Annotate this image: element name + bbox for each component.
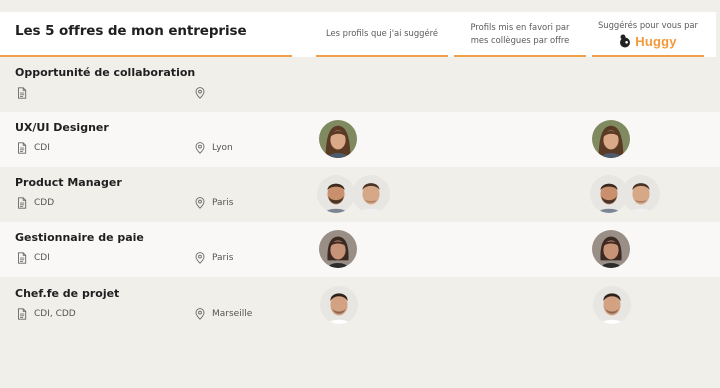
job-location: Marseille: [195, 308, 252, 320]
column-header-my-suggestions: Les profils que j'ai suggéré: [316, 12, 448, 55]
table-header: Les 5 offres de mon entreprise Les profi…: [0, 12, 716, 57]
huggy-brand-name: Huggy: [635, 33, 677, 49]
job-location: Paris: [195, 197, 233, 209]
huggy-logo-icon: [620, 34, 631, 48]
candidate-avatar[interactable]: [317, 175, 355, 213]
column-header-colleague-favorites-line1: Profils mis en favori par: [470, 21, 570, 32]
candidate-avatar[interactable]: [319, 230, 357, 268]
map-pin-icon: [195, 142, 205, 154]
job-title[interactable]: Product Manager: [15, 176, 122, 189]
job-row[interactable]: Opportunité de collaboration: [0, 57, 720, 112]
job-contract-label: CDI, CDD: [34, 309, 76, 319]
document-icon: [17, 142, 27, 154]
column-header-colleague-favorites-line2: mes collègues par offre: [470, 34, 570, 45]
job-contract-label: CDI: [34, 143, 50, 153]
job-contract: CDI: [17, 252, 50, 264]
candidate-avatar[interactable]: [593, 286, 631, 324]
map-pin-icon: [195, 308, 205, 320]
job-title[interactable]: Gestionnaire de paie: [15, 231, 144, 244]
job-location: Paris: [195, 252, 233, 264]
column-header-huggy-label: Suggérés pour vous par: [597, 20, 698, 30]
job-row[interactable]: Chef.fe de projet CDI, CDD Marseille: [0, 278, 720, 333]
document-icon: [17, 252, 27, 264]
page-title: Les 5 offres de mon entreprise: [15, 23, 247, 39]
job-contract: CDI: [17, 142, 50, 154]
job-row[interactable]: Product Manager CDD Paris: [0, 167, 720, 222]
column-header-huggy: Suggérés pour vous par Huggy: [592, 12, 704, 55]
document-icon: [17, 197, 27, 209]
job-row[interactable]: Gestionnaire de paie CDI Paris: [0, 222, 720, 277]
map-pin-icon: [195, 197, 205, 209]
job-contract-label: CDI: [34, 253, 50, 263]
candidate-avatar[interactable]: [319, 120, 357, 158]
map-pin-icon: [195, 252, 205, 264]
job-title[interactable]: Chef.fe de projet: [15, 287, 119, 300]
job-contract: [17, 87, 34, 99]
column-header-my-suggestions-label: Les profils que j'ai suggéré: [325, 28, 439, 38]
job-title[interactable]: Opportunité de collaboration: [15, 66, 195, 79]
map-pin-icon: [195, 87, 205, 99]
job-location: Lyon: [195, 142, 233, 154]
job-location-label: Paris: [212, 253, 234, 263]
candidate-avatar[interactable]: [622, 175, 660, 213]
candidate-avatar[interactable]: [352, 175, 390, 213]
document-icon: [17, 308, 27, 320]
candidate-avatar[interactable]: [320, 286, 358, 324]
column-header-colleague-favorites: Profils mis en favori par mes collègues …: [454, 12, 586, 55]
candidate-avatar[interactable]: [592, 230, 630, 268]
job-title[interactable]: UX/UI Designer: [15, 121, 109, 134]
job-contract: CDD: [17, 197, 54, 209]
candidate-avatar[interactable]: [592, 120, 630, 158]
document-icon: [17, 87, 27, 99]
job-location: [195, 87, 212, 99]
job-location-label: Paris: [212, 198, 234, 208]
job-location-label: Lyon: [212, 143, 233, 153]
job-location-label: Marseille: [212, 309, 253, 319]
job-contract: CDI, CDD: [17, 308, 76, 320]
job-contract-label: CDD: [34, 198, 55, 208]
job-row[interactable]: UX/UI Designer CDI Lyon: [0, 112, 720, 167]
